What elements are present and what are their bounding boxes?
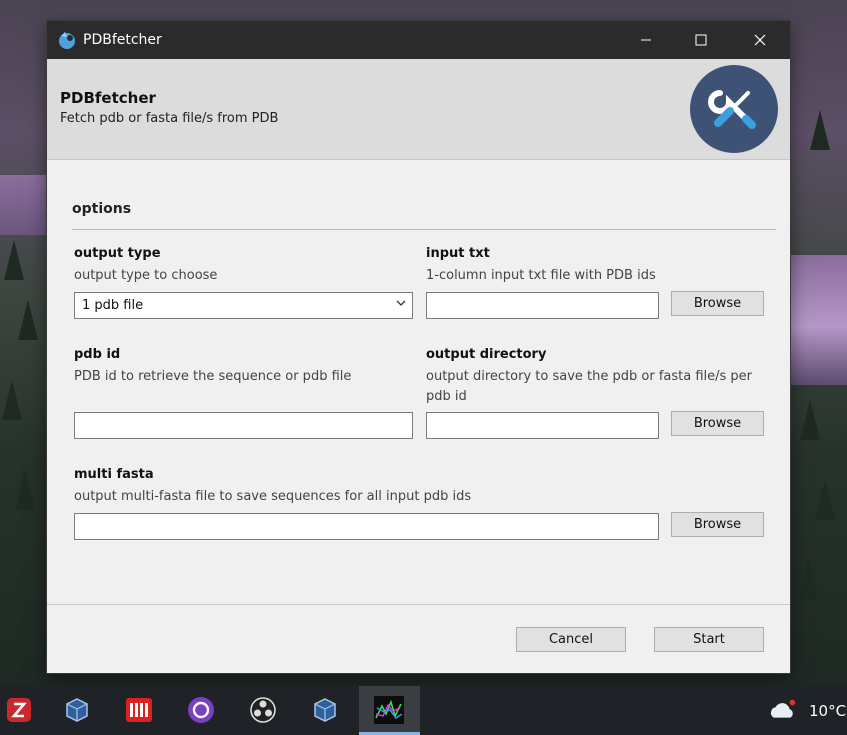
- multi-fasta-field[interactable]: [74, 513, 659, 540]
- wallpaper-tree: [810, 110, 830, 150]
- github-desktop-icon[interactable]: [186, 695, 216, 725]
- output-directory-field[interactable]: [426, 412, 659, 439]
- wallpaper-tree: [815, 480, 835, 520]
- imagej-icon[interactable]: [124, 695, 154, 725]
- obs-icon[interactable]: [248, 695, 278, 725]
- header-subtitle: Fetch pdb or fasta file/s from PDB: [60, 111, 279, 126]
- wallpaper-tree: [15, 470, 35, 510]
- maximize-button[interactable]: [672, 21, 730, 59]
- output-type-select[interactable]: 1 pdb file: [74, 292, 413, 319]
- pdb-id-description: PDB id to retrieve the sequence or pdb f…: [74, 369, 352, 384]
- header-title: PDBfetcher: [60, 89, 156, 107]
- multi-fasta-description: output multi-fasta file to save sequence…: [74, 489, 472, 504]
- taskbar: 10°C: [0, 686, 847, 735]
- wallpaper-tree: [798, 560, 818, 600]
- section-divider: [72, 229, 776, 230]
- input-txt-field[interactable]: [426, 292, 659, 319]
- input-txt-browse-button[interactable]: Browse: [671, 291, 764, 316]
- output-type-label: output type: [74, 246, 161, 261]
- output-directory-description: output directory to save the pdb or fast…: [426, 369, 753, 404]
- wallpaper-tree: [4, 240, 24, 280]
- dialog-header: PDBfetcher Fetch pdb or fasta file/s fro…: [47, 59, 790, 160]
- cancel-button[interactable]: Cancel: [516, 627, 626, 652]
- chevron-down-icon: [396, 300, 406, 306]
- temperature-readout[interactable]: 10°C: [809, 702, 846, 720]
- wallpaper-tree: [2, 380, 22, 420]
- maximize-icon: [695, 34, 707, 46]
- wallpaper-tree: [800, 400, 820, 440]
- chart-app-icon[interactable]: [374, 695, 404, 725]
- output-directory-label: output directory: [426, 347, 547, 362]
- pdb-id-label: pdb id: [74, 347, 121, 362]
- options-section-title: options: [72, 201, 132, 217]
- multi-fasta-label: multi fasta: [74, 467, 154, 482]
- output-type-description: output type to choose: [74, 268, 218, 283]
- cloud-icon[interactable]: [768, 696, 798, 726]
- input-txt-label: input txt: [426, 246, 490, 261]
- footer-divider: [47, 604, 790, 605]
- input-txt-description: 1-column input txt file with PDB ids: [426, 268, 656, 283]
- close-button[interactable]: [731, 21, 789, 59]
- zotero-icon[interactable]: [4, 695, 34, 725]
- minimize-icon: [641, 39, 651, 41]
- virtualbox-icon[interactable]: [62, 695, 92, 725]
- minimize-button[interactable]: [617, 21, 675, 59]
- start-button[interactable]: Start: [654, 627, 764, 652]
- output-directory-browse-button[interactable]: Browse: [671, 411, 764, 436]
- wallpaper-tree: [18, 300, 38, 340]
- multi-fasta-browse-button[interactable]: Browse: [671, 512, 764, 537]
- app-icon: [57, 30, 77, 50]
- close-icon: [754, 34, 766, 46]
- title-bar[interactable]: PDBfetcher: [47, 21, 790, 59]
- output-type-selected-value: 1 pdb file: [82, 298, 144, 313]
- tools-icon: [690, 65, 778, 153]
- virtualbox-icon[interactable]: [310, 695, 340, 725]
- window-title: PDBfetcher: [83, 32, 162, 48]
- pdb-id-field[interactable]: [74, 412, 413, 439]
- pdbfetcher-window: PDBfetcher PDBfetcher Fetch pdb or fasta…: [47, 21, 790, 673]
